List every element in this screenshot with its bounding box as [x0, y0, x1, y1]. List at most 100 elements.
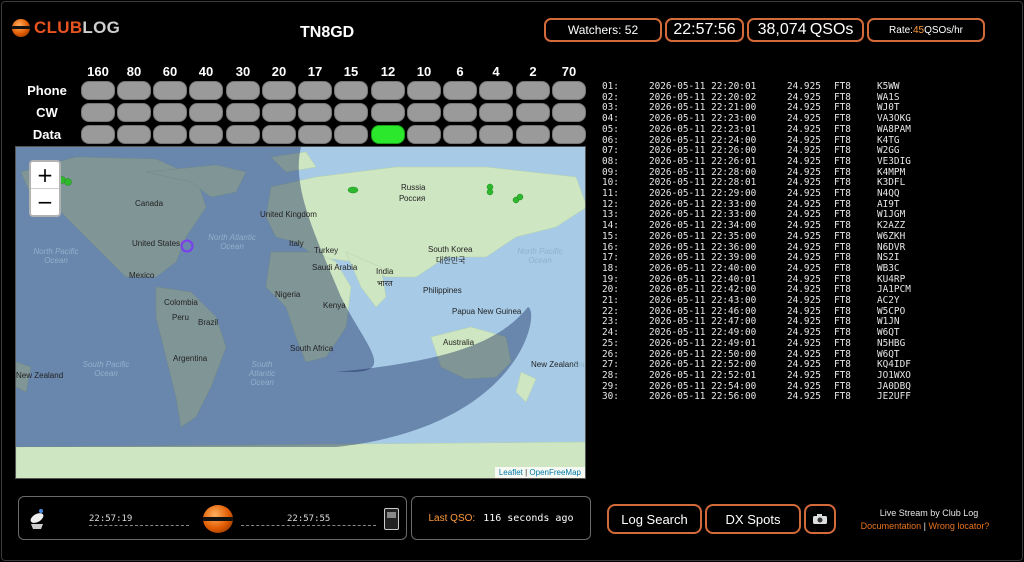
- band-cell-data-80[interactable]: [117, 125, 151, 144]
- qso-total: 38,074: [757, 21, 807, 38]
- clock-time: 22:57:56: [673, 21, 736, 38]
- band-label-160: 160: [87, 64, 109, 79]
- activity-timeline-box: 22:57:19 22:57:55: [18, 496, 407, 540]
- zoom-in-button[interactable]: +: [31, 162, 59, 189]
- band-cell-data-160[interactable]: [81, 125, 115, 144]
- rate-value: 45: [912, 24, 925, 36]
- rate-box: Rate: 45 QSOs/hr: [867, 18, 985, 42]
- band-label-80: 80: [126, 64, 142, 79]
- band-label-40: 40: [198, 64, 214, 79]
- band-cell-cw-10[interactable]: [407, 103, 441, 122]
- band-cell-cw-60[interactable]: [153, 103, 187, 122]
- map-label: Kenya: [323, 301, 346, 310]
- log-date: 2026-05-11 22:35:00: [649, 230, 757, 242]
- leaflet-link[interactable]: Leaflet: [499, 468, 523, 477]
- band-cell-phone-160[interactable]: [81, 81, 115, 100]
- last-qso-value: 116 seconds ago: [483, 512, 574, 524]
- band-cell-phone-17[interactable]: [298, 81, 332, 100]
- band-cell-phone-15[interactable]: [334, 81, 368, 100]
- band-cell-cw-12[interactable]: [371, 103, 405, 122]
- band-cell-cw-40[interactable]: [189, 103, 223, 122]
- logo-text: CLUBLOG: [34, 18, 121, 37]
- ocean-label: North Atlantic Ocean: [208, 233, 256, 251]
- map-label: Turkey: [314, 246, 339, 255]
- rate-prefix: Rate:: [889, 24, 913, 36]
- band-cell-data-17[interactable]: [298, 125, 332, 144]
- camera-button[interactable]: [804, 504, 836, 534]
- qso-log-list: 01: 2026-05-11 22:20:01 24.925 FT8 K5WW 02: 20…: [602, 81, 947, 403]
- map-label: Россия: [399, 194, 426, 203]
- band-cell-cw-70[interactable]: [552, 103, 586, 122]
- band-cell-phone-80[interactable]: [117, 81, 151, 100]
- band-cell-data-20[interactable]: [262, 125, 296, 144]
- log-search-button[interactable]: Log Search: [607, 504, 702, 534]
- zoom-control: + −: [29, 160, 61, 217]
- band-label-6: 6: [456, 64, 464, 79]
- band-cell-phone-40[interactable]: [189, 81, 223, 100]
- band-cell-data-6[interactable]: [443, 125, 477, 144]
- footer-links: Documentation | Wrong locator?: [860, 521, 990, 531]
- band-label-20: 20: [271, 64, 287, 79]
- log-call: WA8PAM: [877, 123, 911, 135]
- map-label: भारत: [377, 279, 393, 288]
- map-label: Canada: [135, 199, 164, 208]
- documentation-link[interactable]: Documentation: [861, 521, 922, 531]
- band-cell-cw-2[interactable]: [516, 103, 550, 122]
- band-cell-cw-30[interactable]: [226, 103, 260, 122]
- band-cell-data-4[interactable]: [479, 125, 513, 144]
- map-label: Italy: [289, 239, 304, 248]
- band-cell-data-10[interactable]: [407, 125, 441, 144]
- wrong-locator-link[interactable]: Wrong locator?: [929, 521, 990, 531]
- band-cell-data-70[interactable]: [552, 125, 586, 144]
- band-label-17: 17: [307, 64, 323, 79]
- log-row: 15: 2026-05-11 22:35:00 24.925 FT8 W6ZKH: [602, 230, 947, 243]
- band-cell-phone-10[interactable]: [407, 81, 441, 100]
- band-cell-data-40[interactable]: [189, 125, 223, 144]
- log-row: 05: 2026-05-11 22:23:01 24.925 FT8 WA8PAM: [602, 123, 947, 136]
- band-cell-cw-20[interactable]: [262, 103, 296, 122]
- band-cell-data-30[interactable]: [226, 125, 260, 144]
- band-cell-data-60[interactable]: [153, 125, 187, 144]
- band-cell-phone-2[interactable]: [516, 81, 550, 100]
- band-cell-cw-17[interactable]: [298, 103, 332, 122]
- clublog-logo[interactable]: CLUBLOG: [12, 18, 120, 38]
- dx-spots-button[interactable]: DX Spots: [705, 504, 801, 534]
- mode-label-data: Data: [32, 127, 62, 142]
- satellite-dish-icon: [27, 506, 47, 530]
- band-cell-phone-12[interactable]: [371, 81, 405, 100]
- map-label: Mexico: [129, 271, 155, 280]
- band-label-12: 12: [380, 64, 396, 79]
- log-row: 30: 2026-05-11 22:56:00 24.925 FT8 JE2UFF: [602, 392, 947, 403]
- band-cell-data-12[interactable]: [371, 125, 405, 144]
- world-map[interactable]: + − Canada United States Mexico Colombia Per…: [15, 146, 586, 479]
- map-label: South Korea: [428, 245, 473, 254]
- ocean-label: South Pacific Ocean: [82, 360, 130, 378]
- log-date: 2026-05-11 22:23:01: [649, 123, 757, 135]
- band-cell-cw-80[interactable]: [117, 103, 151, 122]
- band-cell-data-15[interactable]: [334, 125, 368, 144]
- band-cell-phone-20[interactable]: [262, 81, 296, 100]
- last-qso-label: Last QSO:: [428, 512, 476, 524]
- band-cell-data-2[interactable]: [516, 125, 550, 144]
- log-n: 30:: [602, 391, 619, 403]
- log-call: W6ZKH: [877, 230, 906, 242]
- log-row: 25: 2026-05-11 22:49:01 24.925 FT8 N5HBG: [602, 337, 947, 350]
- rate-suffix: QSOs/hr: [924, 24, 963, 36]
- clock-box: 22:57:56: [665, 18, 744, 42]
- zoom-out-button[interactable]: −: [31, 189, 59, 215]
- band-cell-cw-4[interactable]: [479, 103, 513, 122]
- band-cell-phone-70[interactable]: [552, 81, 586, 100]
- openfreemap-link[interactable]: OpenFreeMap: [529, 468, 581, 477]
- band-cell-cw-160[interactable]: [81, 103, 115, 122]
- log-mode: FT8: [834, 337, 851, 349]
- band-cell-phone-4[interactable]: [479, 81, 513, 100]
- log-n: 25:: [602, 337, 619, 349]
- band-cell-phone-30[interactable]: [226, 81, 260, 100]
- band-cell-phone-60[interactable]: [153, 81, 187, 100]
- band-cell-phone-6[interactable]: [443, 81, 477, 100]
- band-cell-cw-15[interactable]: [334, 103, 368, 122]
- log-call: N5HBG: [877, 337, 906, 349]
- band-cell-cw-6[interactable]: [443, 103, 477, 122]
- band-label-2: 2: [529, 64, 537, 79]
- ocean-label: South Pacific Ocean: [572, 360, 585, 378]
